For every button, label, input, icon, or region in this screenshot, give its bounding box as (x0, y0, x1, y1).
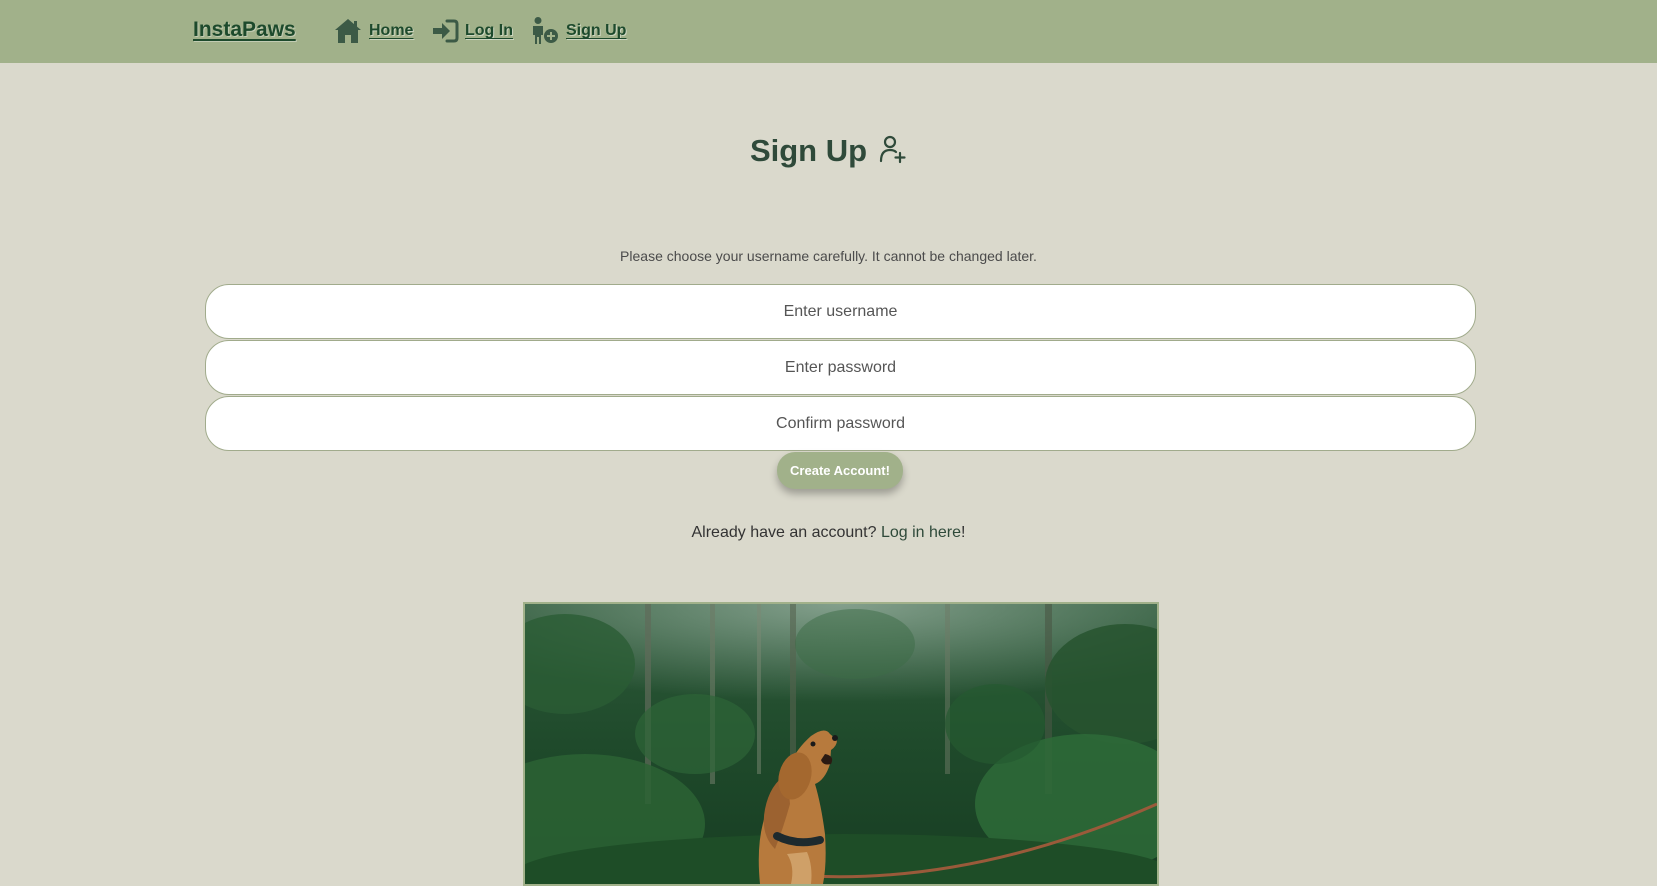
login-prompt: Already have an account? Log in here! (0, 524, 1657, 542)
dog-in-forest-photo (523, 602, 1159, 886)
login-prompt-suffix: ! (961, 524, 966, 541)
page-title: Sign Up (749, 133, 868, 168)
username-input[interactable] (205, 284, 1476, 339)
create-account-button[interactable]: Create Account! (777, 452, 903, 489)
add-person-icon (528, 16, 560, 46)
nav-login-label: Log In (465, 22, 513, 39)
nav-home-link[interactable]: Home (333, 15, 413, 47)
login-prompt-text: Already have an account? (691, 524, 881, 541)
brand-logo-link[interactable]: InstaPaws (193, 18, 296, 42)
user-plus-icon (879, 134, 907, 169)
login-here-link[interactable]: Log in here (881, 524, 961, 541)
nav-signup-label: Sign Up (566, 22, 627, 39)
home-icon (333, 17, 363, 45)
confirm-password-input[interactable] (205, 396, 1476, 451)
username-hint: Please choose your username carefully. I… (620, 248, 1037, 264)
nav-login-link[interactable]: Log In (431, 15, 513, 47)
nav-home-label: Home (369, 22, 414, 39)
navbar: InstaPaws Home Log In Sign Up (0, 0, 1657, 63)
nav-signup-link[interactable]: Sign Up (528, 15, 626, 47)
page-title-row: Sign Up (0, 133, 1657, 169)
login-icon (431, 18, 459, 44)
password-input[interactable] (205, 340, 1476, 395)
